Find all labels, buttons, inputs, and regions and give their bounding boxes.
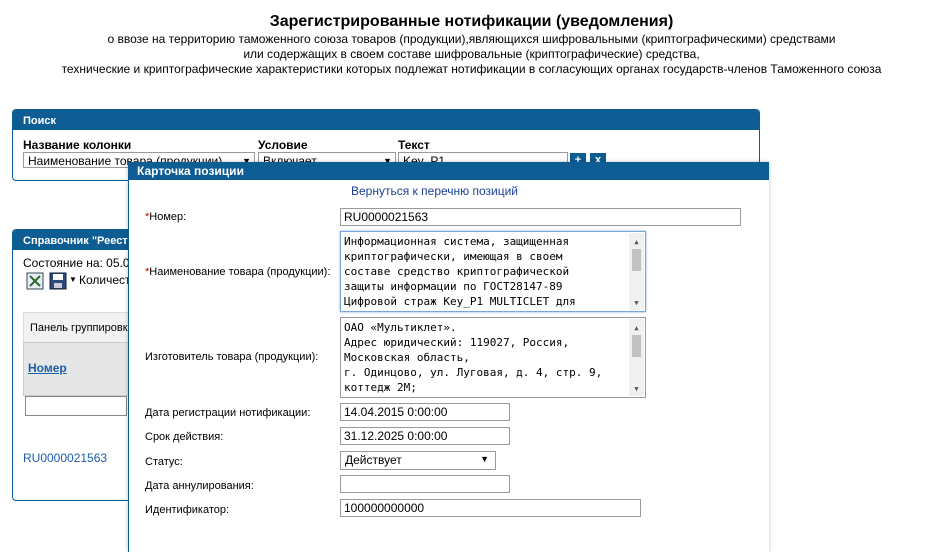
subtitle-line-1: о ввозе на территорию таможенного союза … (107, 32, 836, 46)
back-to-list-link[interactable]: Вернуться к перечню позиций (129, 184, 740, 198)
cancellation-date-label: Дата аннулирования: (145, 480, 254, 492)
identifier-field[interactable]: 100000000000 (340, 499, 641, 517)
scroll-up-icon[interactable]: ▲ (629, 235, 644, 247)
valid-until-label: Срок действия: (145, 431, 224, 443)
scroll-down-icon[interactable]: ▼ (629, 382, 644, 394)
export-excel-icon[interactable] (26, 272, 44, 290)
number-label: *Номер: (145, 211, 187, 223)
scroll-down-icon[interactable]: ▼ (629, 296, 644, 308)
chevron-down-icon: ▼ (480, 454, 489, 464)
manufacturer-label: Изготовитель товара (продукции): (145, 351, 319, 363)
number-field[interactable]: RU0000021563 (340, 208, 741, 226)
position-card: Карточка позиции Вернуться к перечню поз… (128, 162, 769, 552)
reference-panel-title: Справочник "Реест (13, 230, 137, 250)
status-select[interactable]: Действует ▼ (340, 451, 496, 470)
condition-label: Условие (258, 138, 308, 152)
subtitle-line-3: технические и криптографические характер… (61, 62, 882, 76)
state-date: Состояние на: 05.0 (23, 256, 130, 270)
product-name-label: *Наименование товара (продукции): (145, 266, 331, 278)
sort-number-link[interactable]: Номер (28, 361, 67, 375)
card-title: Карточка позиции (129, 162, 769, 180)
registration-date-label: Дата регистрации нотификации: (145, 407, 311, 419)
reference-panel: Справочник "Реест Состояние на: 05.0 ▼ К… (12, 229, 138, 501)
status-label: Статус: (145, 456, 183, 468)
manufacturer-textarea[interactable]: ОАО «Мультиклет». Адрес юридический: 119… (340, 317, 646, 398)
page-header: Зарегистрированные нотификации (уведомле… (0, 12, 943, 77)
valid-until-field[interactable]: 31.12.2025 0:00:00 (340, 427, 510, 445)
cancellation-date-field[interactable] (340, 475, 510, 493)
manufacturer-scrollbar[interactable]: ▲ ▼ (629, 319, 644, 396)
search-panel-title: Поиск (13, 110, 759, 130)
product-name-textarea[interactable]: Информационная система, защищенная крипт… (340, 231, 646, 312)
count-label: Количест (79, 273, 131, 287)
table-row-number-link[interactable]: RU0000021563 (23, 451, 107, 465)
save-icon[interactable] (49, 272, 67, 290)
number-filter-input[interactable] (25, 396, 127, 416)
status-select-value: Действует (345, 453, 402, 467)
registration-date-field[interactable]: 14.04.2015 0:00:00 (340, 403, 510, 421)
chevron-down-icon[interactable]: ▼ (69, 275, 77, 284)
scroll-up-icon[interactable]: ▲ (629, 321, 644, 333)
page-title: Зарегистрированные нотификации (уведомле… (269, 13, 674, 30)
product-name-scrollbar[interactable]: ▲ ▼ (629, 233, 644, 310)
column-name-label: Название колонки (23, 138, 132, 152)
text-label: Текст (398, 138, 430, 152)
subtitle-line-2: или содержащих в своем составе шифроваль… (243, 47, 700, 61)
identifier-label: Идентификатор: (145, 504, 230, 516)
column-header-number: Номер (23, 342, 137, 396)
group-panel: Панель группировки (23, 312, 137, 344)
